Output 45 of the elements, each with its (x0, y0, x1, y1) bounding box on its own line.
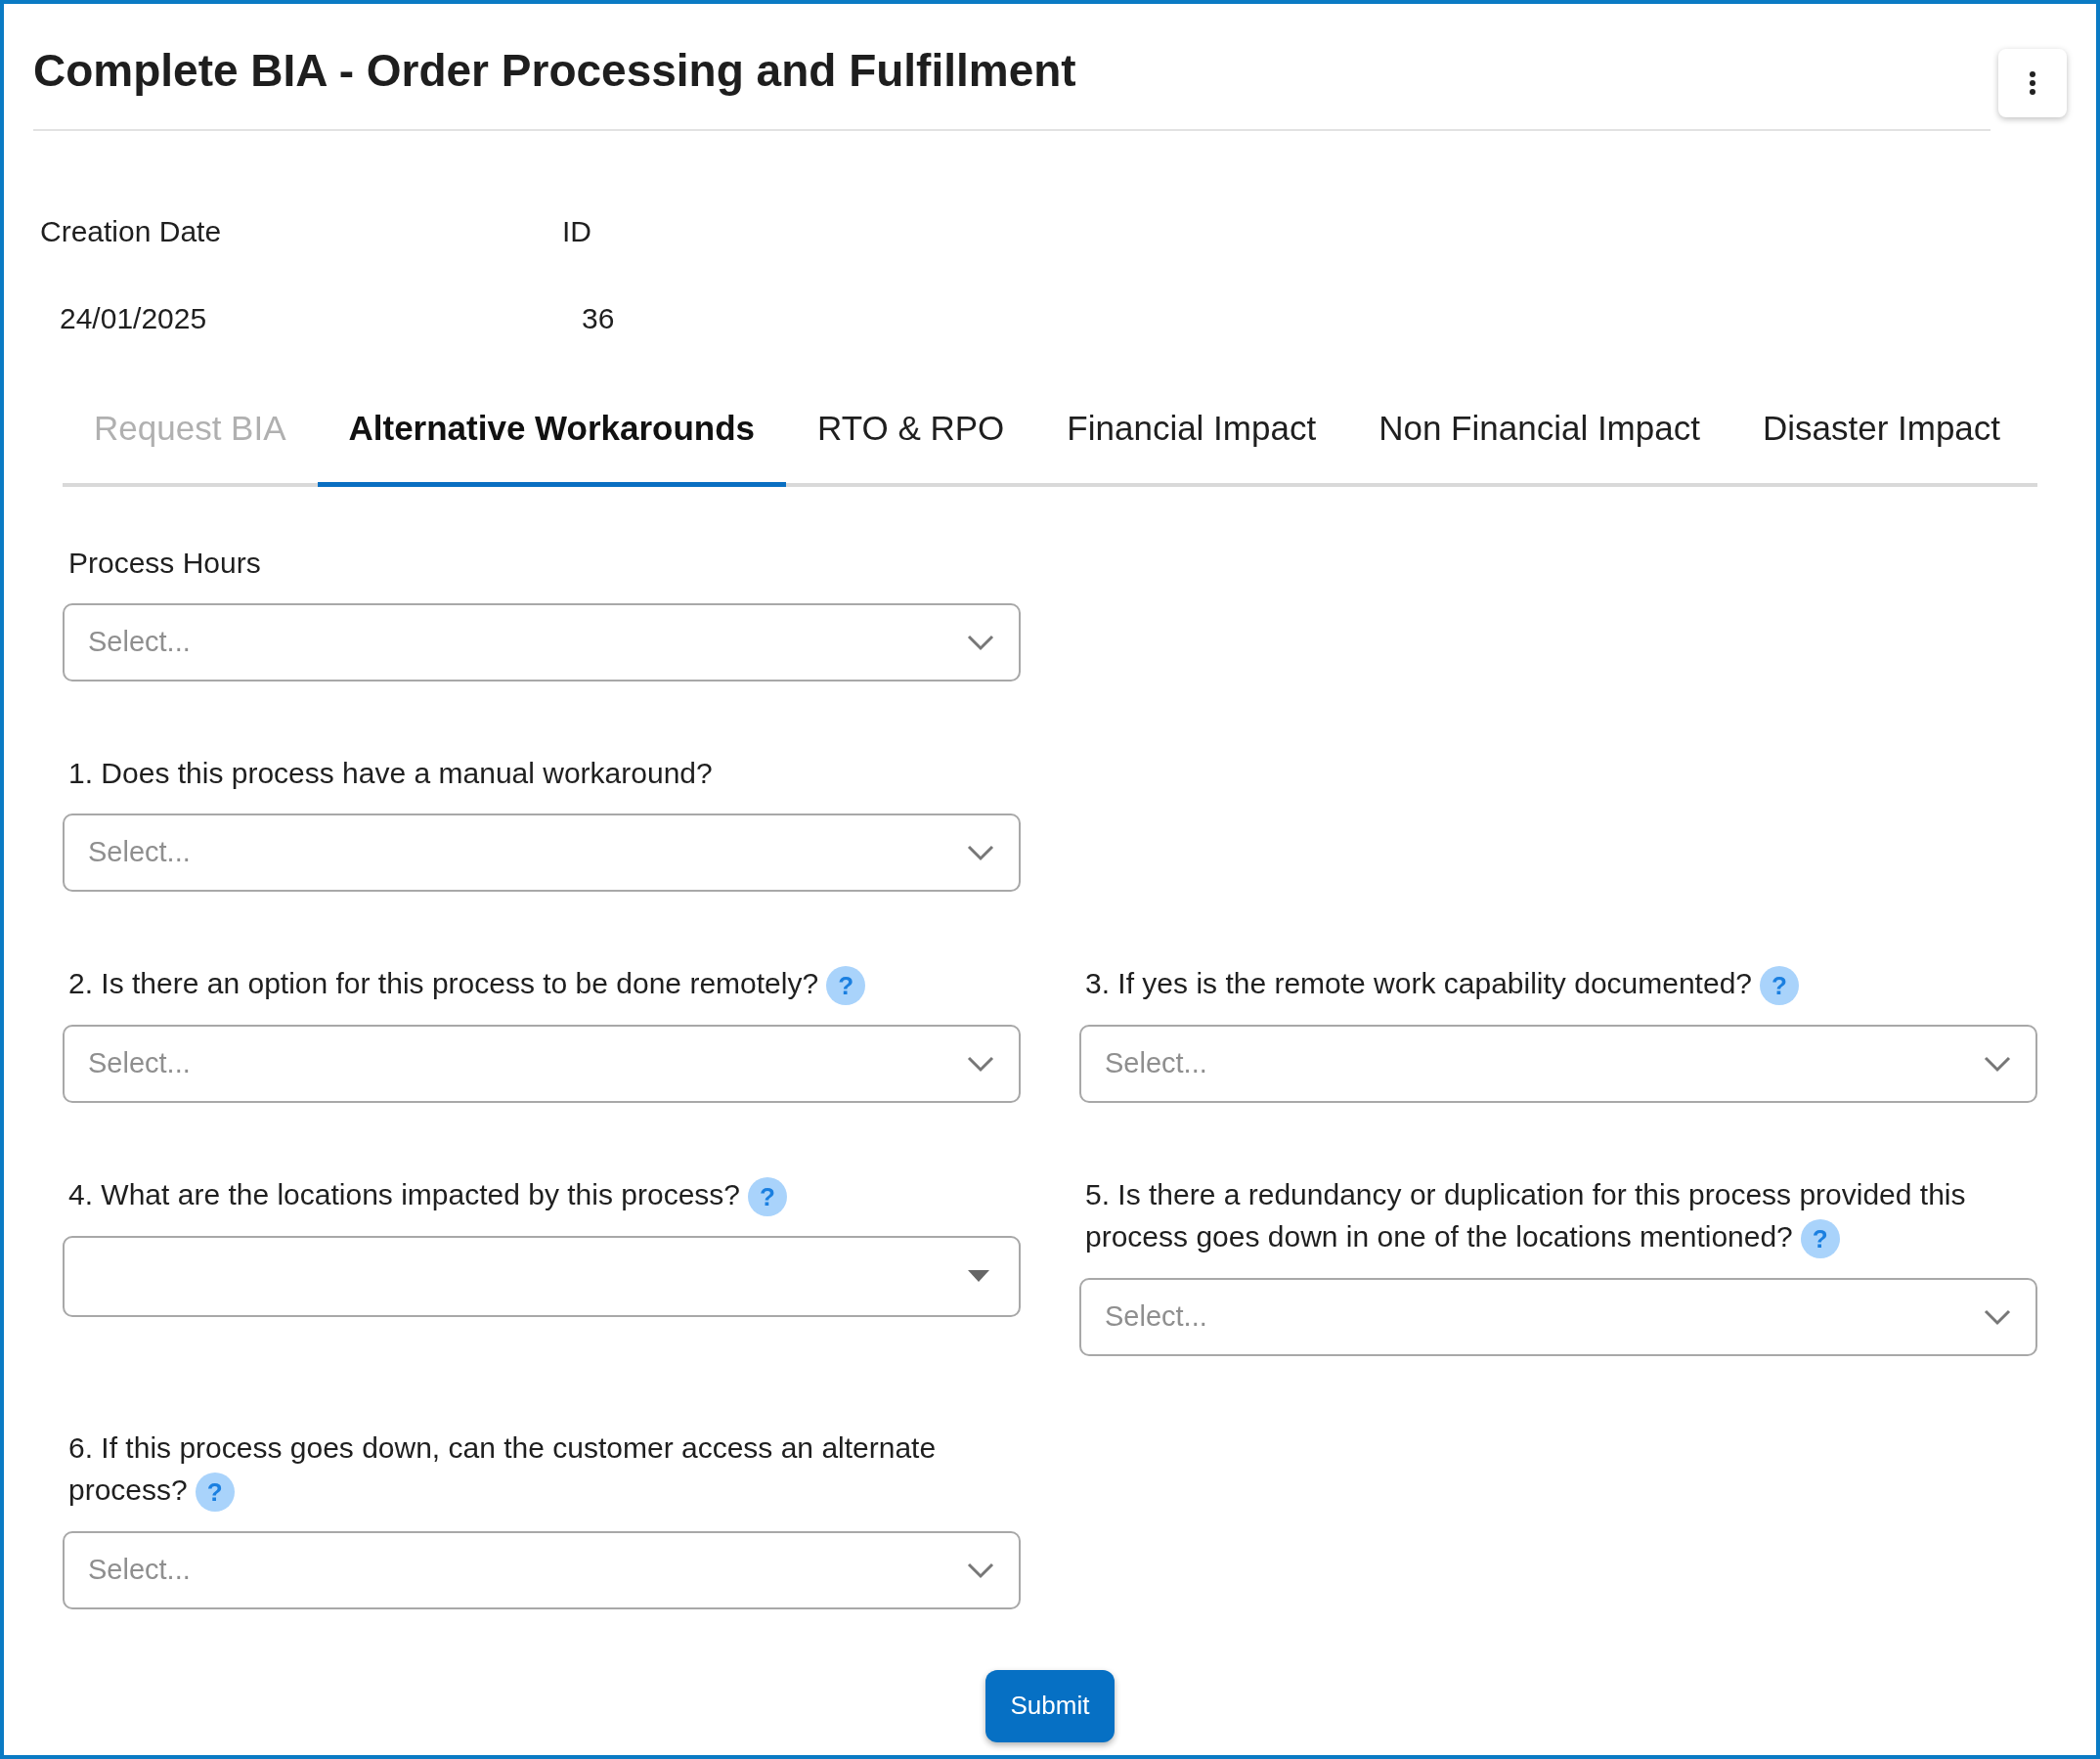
field-label: 4. What are the locations impacted by this process? ? (63, 1172, 1021, 1216)
select-field[interactable]: Select... (1079, 1277, 2037, 1356)
help-icon[interactable]: ? (1760, 965, 1799, 1005)
tab[interactable]: Financial Impact (1035, 395, 1348, 487)
info-value: 36 (581, 301, 616, 336)
field-label: 2. Is there an option for this process to be done remotely? ? (63, 961, 1021, 1005)
info-label: ID (562, 214, 592, 249)
tab[interactable]: RTO & RPO (786, 395, 1036, 487)
select-placeholder: Select... (88, 834, 191, 869)
chevron-down-icon (966, 1561, 995, 1579)
select-field[interactable]: Select... (63, 1024, 1021, 1103)
info-value: 24/01/2025 (59, 301, 208, 336)
chevron-down-icon (1983, 1054, 2012, 1073)
multiselect-field[interactable] (63, 1235, 1021, 1317)
select-placeholder: Select... (88, 624, 191, 659)
select-field[interactable]: Select... (63, 1530, 1021, 1609)
field-label: 6. If this process goes down, can the customer access an alternate process? ? (63, 1426, 1021, 1512)
field-label: 1. Does this process have a manual workaround? (67, 755, 714, 791)
chevron-down-icon (966, 1054, 995, 1073)
select-placeholder: Select... (1105, 1045, 1207, 1080)
chevron-down-icon (966, 843, 995, 861)
select-field[interactable]: Select... (63, 813, 1021, 892)
select-placeholder: Select... (88, 1553, 191, 1587)
select-field[interactable]: Select... (1079, 1024, 2037, 1103)
help-icon[interactable]: ? (1800, 1218, 1840, 1258)
field-label: 3. If yes is the remote work capability documented? ? (1079, 961, 2037, 1005)
kebab-menu-icon (2029, 70, 2036, 96)
page-title: Complete BIA - Order Processing and Fulfillment (33, 44, 1077, 98)
select-placeholder: Select... (1105, 1298, 1207, 1334)
submit-button[interactable]: Submit (985, 1669, 1115, 1742)
caret-down-icon (968, 1270, 989, 1283)
help-icon[interactable]: ? (748, 1176, 787, 1216)
tab[interactable]: Alternative Workarounds (317, 395, 787, 487)
select-field[interactable]: Select... (63, 602, 1021, 682)
field-label: Process Hours (67, 545, 262, 581)
chevron-down-icon (1983, 1307, 2012, 1326)
select-placeholder: Select... (88, 1045, 191, 1080)
tab[interactable]: Disaster Impact (1730, 395, 2033, 487)
more-options-button[interactable] (1998, 49, 2067, 117)
tab[interactable]: Non Financial Impact (1347, 395, 1731, 487)
field-label: 5. Is there a redundancy or duplication for this process provided this process goes down in one of the locations mentioned? ? (1079, 1172, 2037, 1258)
help-icon[interactable]: ? (826, 965, 866, 1005)
help-icon[interactable]: ? (195, 1472, 235, 1512)
info-label: Creation Date (40, 214, 223, 249)
chevron-down-icon (966, 633, 995, 651)
